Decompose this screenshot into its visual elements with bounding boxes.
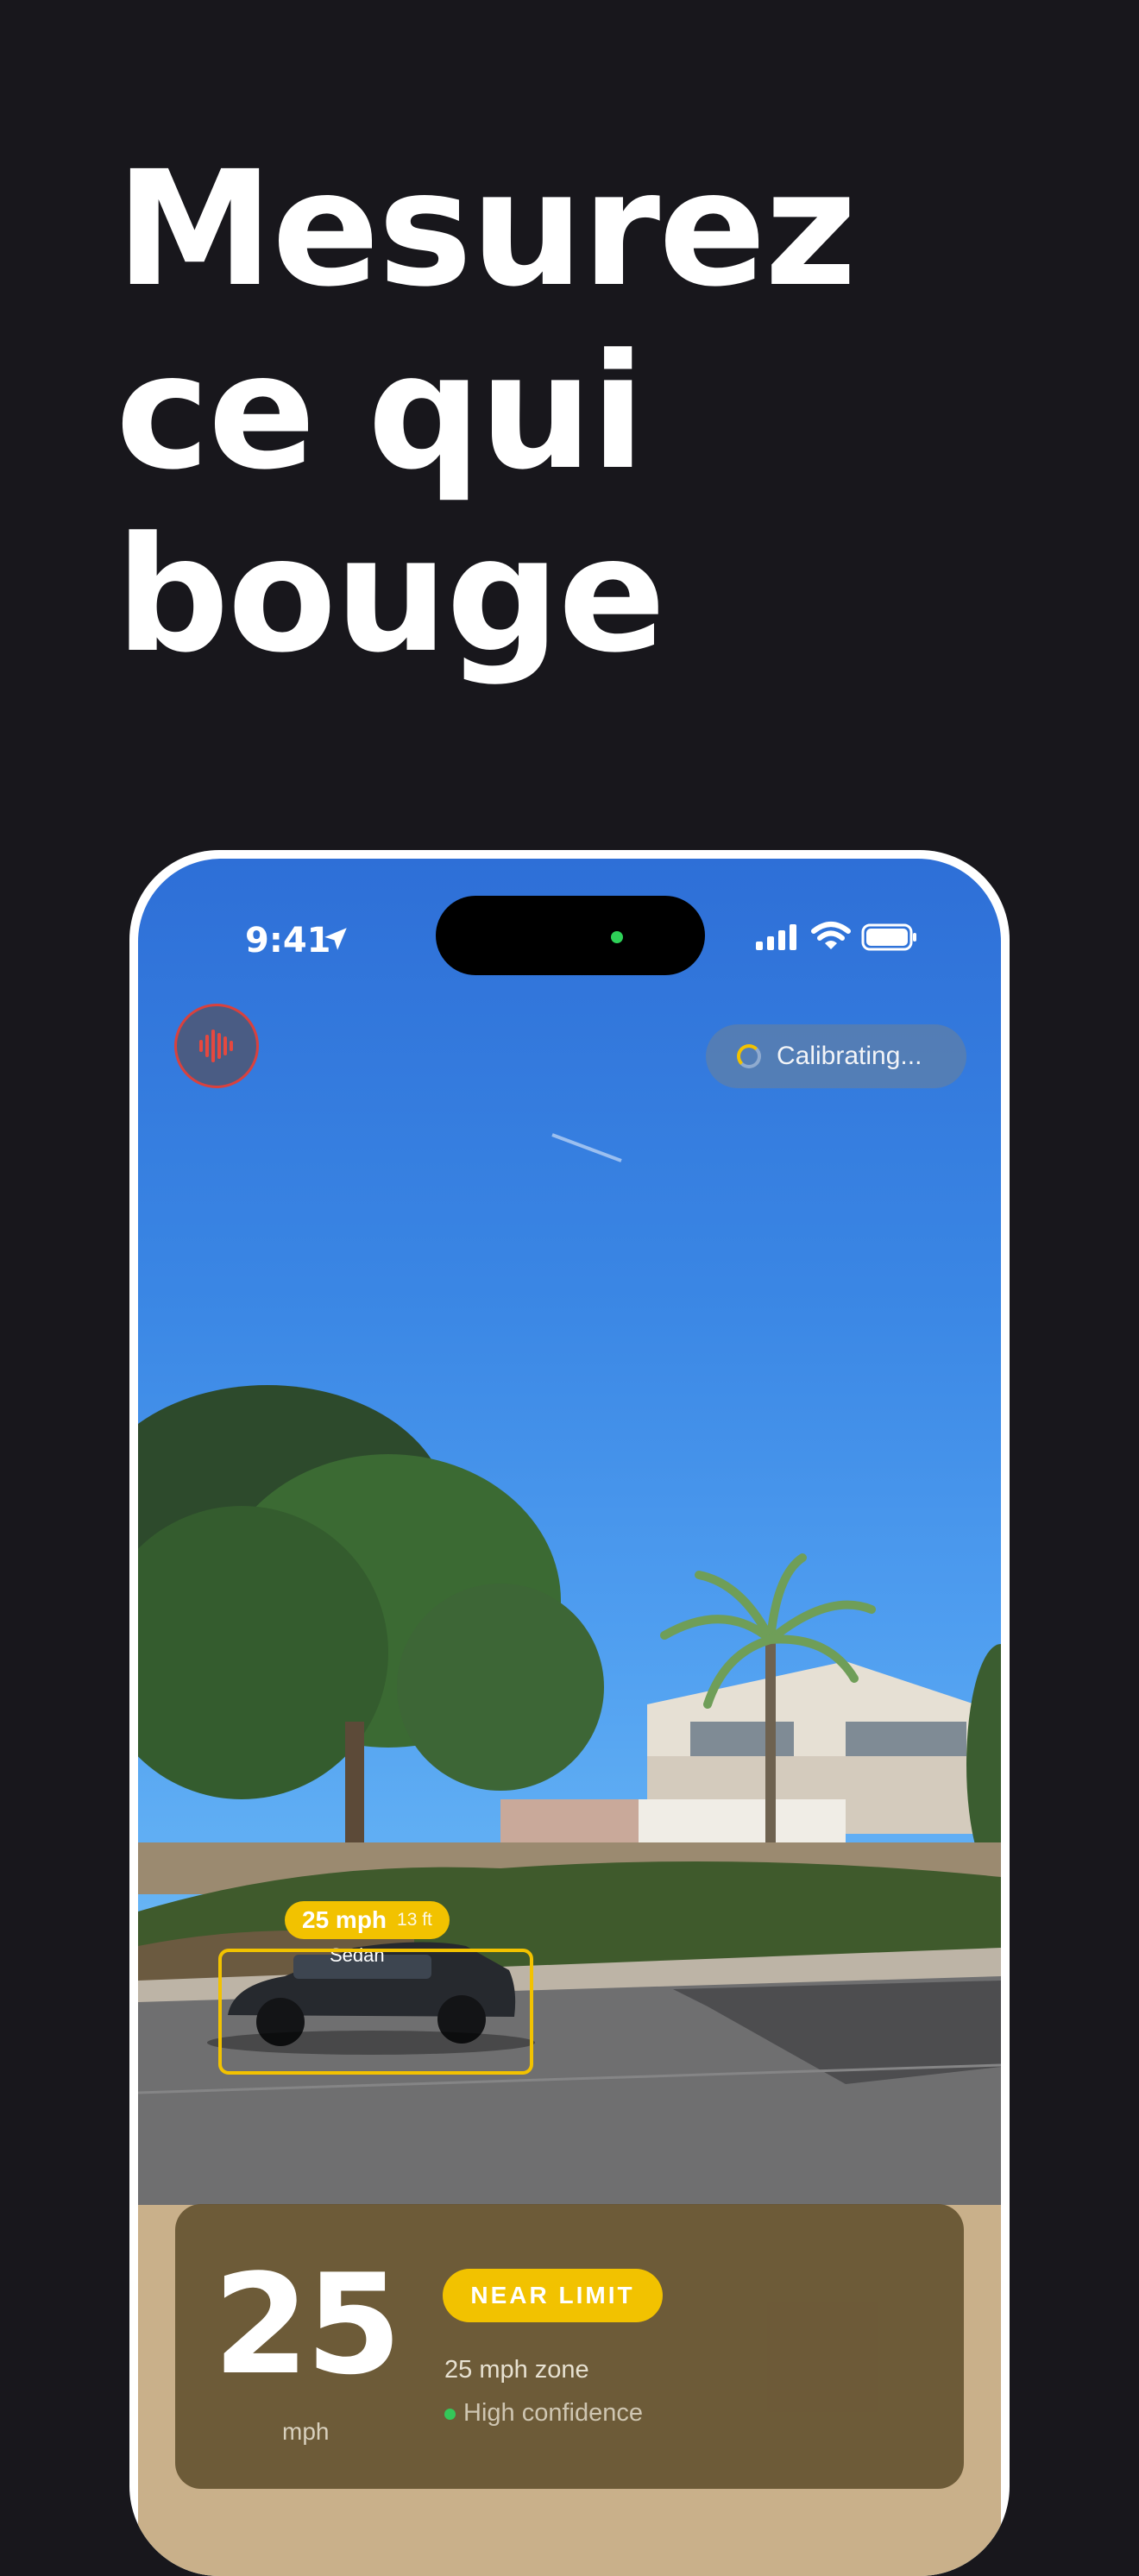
confidence-label: High confidence <box>463 2399 643 2427</box>
location-arrow-icon <box>324 928 347 950</box>
audio-record-button[interactable] <box>174 1004 259 1088</box>
speed-unit: mph <box>282 2418 330 2445</box>
detection-speed-tag: 25 mph 13 ft <box>285 1901 450 1939</box>
cellular-signal-icon <box>756 924 796 950</box>
spinner-icon <box>737 1044 761 1068</box>
headline: Mesurez ce qui bouge <box>116 138 1065 687</box>
current-speed: 25 <box>213 2244 402 2405</box>
headline-line-1: Mesurez <box>116 137 857 322</box>
headline-line-3: bouge <box>116 503 666 688</box>
audio-waveform-icon <box>199 1030 233 1062</box>
confidence-indicator-dot <box>444 2409 456 2420</box>
dynamic-island <box>436 896 705 975</box>
battery-icon <box>861 923 916 951</box>
phone-frame: 9:41 Calibrating... 25 mph 13 ft Sedan 2… <box>129 850 1010 2576</box>
wifi-icon <box>811 922 851 949</box>
calibration-label: Calibrating... <box>777 1042 922 1070</box>
calibration-status-pill: Calibrating... <box>706 1024 966 1088</box>
speed-zone: 25 mph zone <box>444 2356 589 2384</box>
near-limit-badge: NEAR LIMIT <box>443 2269 663 2322</box>
status-time: 9:41 <box>245 921 331 960</box>
detection-speed: 25 mph <box>302 1906 387 1933</box>
detection-bounding-box[interactable] <box>218 1949 533 2075</box>
camera-view: 9:41 Calibrating... 25 mph 13 ft Sedan 2… <box>138 859 1001 2576</box>
camera-indicator-dot <box>611 931 623 943</box>
speed-panel: 25 mph NEAR LIMIT 25 mph zone High confi… <box>175 2204 964 2489</box>
headline-line-2: ce qui <box>116 320 645 505</box>
detection-distance: 13 ft <box>397 1910 432 1930</box>
